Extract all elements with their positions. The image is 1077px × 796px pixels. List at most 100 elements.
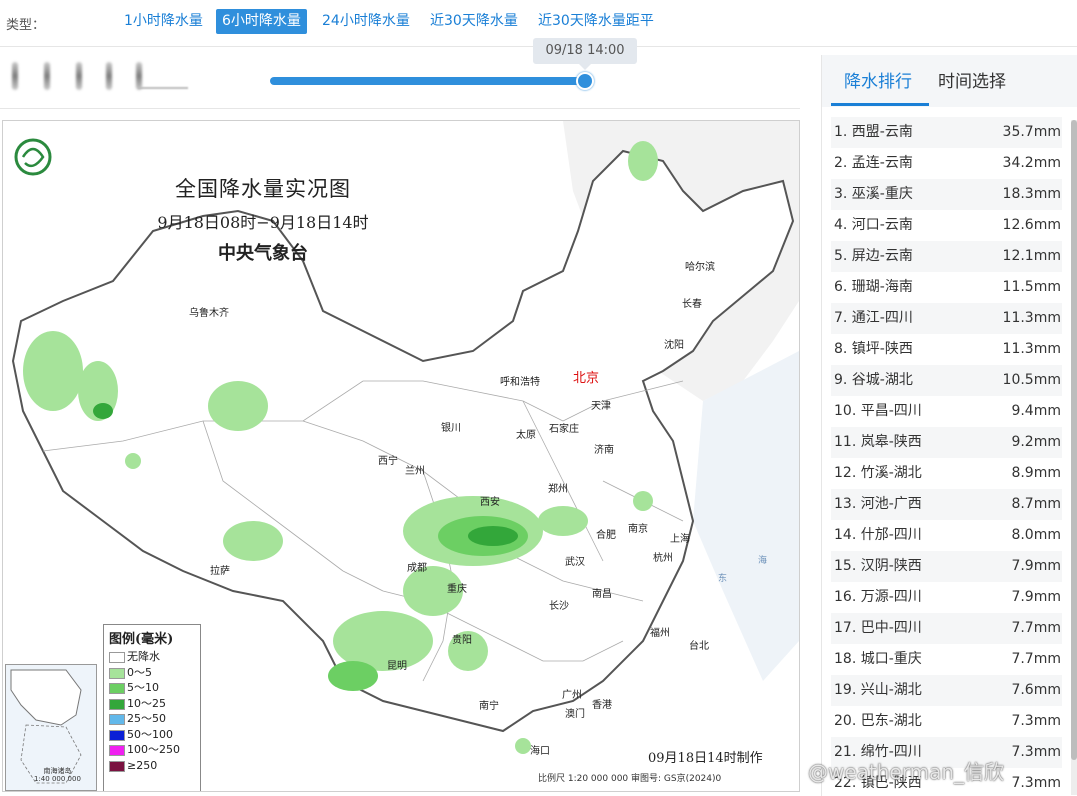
city-changchun: 长春 [682, 299, 702, 310]
city-chengdu: 成都 [407, 563, 427, 574]
city-xian: 西安 [480, 497, 500, 508]
city-yinchuan: 银川 [441, 423, 461, 434]
ranking-station: 17. 巴中-四川 [834, 620, 922, 636]
ranking-station: 20. 巴东-湖北 [834, 713, 922, 729]
map-title: 全国降水量实况图 [175, 177, 351, 201]
city-wuhan: 武汉 [565, 557, 585, 568]
ranking-station: 6. 珊瑚-海南 [834, 279, 913, 295]
ranking-station: 11. 岚皋-陕西 [834, 434, 922, 450]
map-agency: 中央气象台 [218, 243, 308, 264]
legend-item: 100～250 [104, 742, 200, 758]
ranking-station: 9. 谷城-湖北 [834, 372, 913, 388]
city-xining: 西宁 [378, 456, 398, 467]
ranking-row: 1. 西盟-云南 35.7mm [831, 117, 1062, 148]
legend-item: 5～10 [104, 680, 200, 696]
ranking-value: 10.5mm [1002, 372, 1061, 388]
type-label: 类型： [6, 18, 46, 33]
ranking-station: 4. 河口-云南 [834, 217, 913, 233]
cma-logo [14, 138, 52, 176]
ranking-value: 12.6mm [1002, 217, 1061, 233]
ranking-station: 15. 汉阴-陕西 [834, 558, 922, 574]
ranking-scrollbar[interactable] [1071, 120, 1077, 795]
legend-swatch [109, 729, 125, 741]
city-beijing: 北京 [573, 371, 600, 386]
ranking-value: 11.3mm [1002, 341, 1061, 357]
blurred-playback-controls [8, 62, 188, 94]
city-haikou: 海口 [530, 746, 550, 757]
control-mark [106, 62, 112, 90]
tab-1h-precip[interactable]: 1小时降水量 [118, 9, 209, 34]
control-mark [12, 62, 18, 90]
ranking-station: 12. 竹溪-湖北 [834, 465, 922, 481]
legend-swatch [109, 698, 125, 710]
city-nanchang: 南昌 [592, 589, 612, 600]
ranking-station: 19. 兴山-湖北 [834, 682, 922, 698]
ranking-value: 8.9mm [1011, 465, 1061, 481]
ranking-value: 7.7mm [1011, 651, 1061, 667]
legend-item: 无降水 [104, 649, 200, 665]
legend-item: 10～25 [104, 696, 200, 712]
map-legend: 图例(毫米) 无降水 0～5 5～10 10～25 25～50 50～100 1… [103, 624, 201, 791]
ranking-value: 35.7mm [1002, 124, 1061, 140]
city-shanghai: 上海 [670, 534, 690, 545]
ranking-row: 15. 汉阴-陕西 7.9mm [831, 551, 1062, 582]
ranking-row: 16. 万源-四川 7.9mm [831, 582, 1062, 613]
ranking-value: 7.3mm [1011, 713, 1061, 729]
inset-caption-name: 南海诸岛 [43, 767, 72, 775]
ranking-station: 13. 河池-广西 [834, 496, 922, 512]
ranking-station: 14. 什邡-四川 [834, 527, 922, 543]
ranking-row: 8. 镇坪-陕西 11.3mm [831, 334, 1062, 365]
inset-caption: 南海诸岛 1:40 000 000 [34, 767, 81, 783]
legend-title: 图例(毫米) [109, 632, 174, 647]
ranking-value: 8.0mm [1011, 527, 1061, 543]
tab-precip-ranking[interactable]: 降水排行 [844, 67, 912, 92]
city-guangzhou: 广州 [562, 690, 582, 701]
ranking-value: 7.3mm [1011, 744, 1061, 760]
ranking-list[interactable]: 1. 西盟-云南 35.7mm 2. 孟连-云南 34.2mm 3. 巫溪-重庆 18.3… [831, 117, 1062, 796]
ranking-station: 10. 平昌-四川 [834, 403, 922, 419]
cma-logo-mark [21, 147, 45, 168]
ranking-row: 5. 屏边-云南 12.1mm [831, 241, 1062, 272]
time-slider-tooltip: 09/18 14:00 [533, 38, 637, 70]
legend-label: 10～25 [127, 696, 166, 710]
inset-caption-scale: 1:40 000 000 [34, 775, 81, 783]
tab-time-select[interactable]: 时间选择 [938, 67, 1006, 92]
tab-24h-precip[interactable]: 24小时降水量 [316, 9, 416, 34]
legend-item: 0～5 [104, 665, 200, 681]
legend-swatch [109, 714, 125, 725]
active-tab-indicator [831, 103, 929, 106]
ranking-station: 5. 屏边-云南 [834, 248, 913, 264]
city-harbin: 哈尔滨 [685, 262, 715, 273]
tab-6h-precip[interactable]: 6小时降水量 [216, 9, 307, 34]
sea-label-hai: 海 [758, 556, 768, 566]
panel-tabs: 降水排行 时间选择 [822, 55, 1077, 107]
ranking-value: 12.1mm [1002, 248, 1061, 264]
legend-label: 50～100 [127, 727, 173, 741]
tab-30d-precip[interactable]: 近30天降水量 [424, 9, 524, 34]
city-hohhot: 呼和浩特 [500, 377, 540, 388]
ranking-value: 9.2mm [1011, 434, 1061, 450]
ranking-station: 3. 巫溪-重庆 [834, 186, 913, 202]
ranking-station: 2. 孟连-云南 [834, 155, 913, 171]
control-mark [136, 62, 142, 90]
ranking-row: 18. 城口-重庆 7.7mm [831, 644, 1062, 675]
city-nanjing: 南京 [628, 524, 648, 535]
ranking-value: 7.9mm [1011, 589, 1061, 605]
ranking-scroll-thumb[interactable] [1071, 120, 1077, 760]
city-changsha: 长沙 [549, 601, 569, 612]
legend-label: ≥250 [127, 758, 158, 772]
city-shenyang: 沈阳 [664, 340, 684, 351]
map-scale: 比例尺 1:20 000 000 [538, 774, 629, 784]
city-xianggang: 香港 [592, 700, 612, 711]
ranking-value: 7.9mm [1011, 558, 1061, 574]
legend-item: 25～50 [104, 711, 200, 727]
time-slider-track[interactable] [270, 77, 586, 85]
ranking-value: 8.7mm [1011, 496, 1061, 512]
legend-swatch [109, 760, 125, 772]
ranking-row: 12. 竹溪-湖北 8.9mm [831, 458, 1062, 489]
legend-swatch [109, 745, 125, 756]
legend-swatch [109, 652, 125, 663]
tab-30d-anomaly[interactable]: 近30天降水量距平 [532, 9, 660, 34]
control-line [138, 87, 188, 89]
city-tianjin: 天津 [591, 401, 611, 412]
